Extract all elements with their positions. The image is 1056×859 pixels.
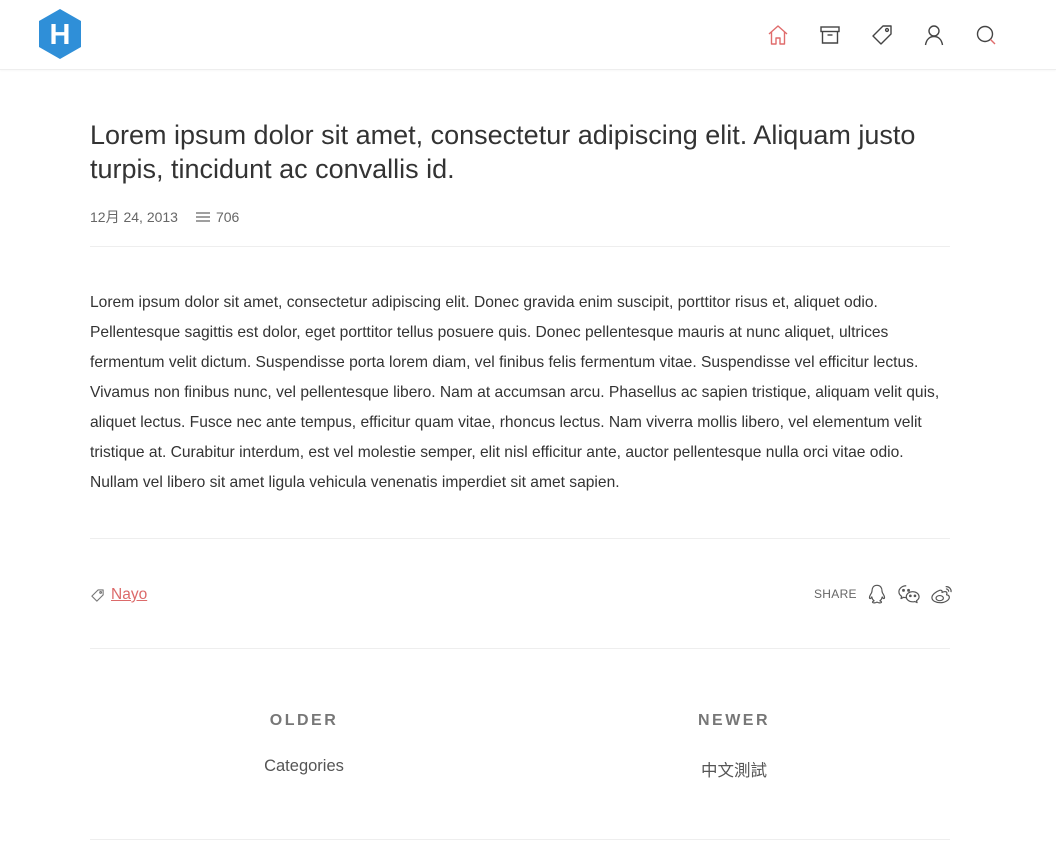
divider <box>90 839 950 840</box>
post-body: Lorem ipsum dolor sit amet, consectetur … <box>90 294 940 491</box>
user-icon <box>924 25 944 46</box>
post-date: 12月 24, 2013 <box>90 209 178 225</box>
post-tags: Nayo <box>90 584 147 606</box>
nav-home[interactable] <box>765 22 791 48</box>
tag-link-nayo[interactable]: Nayo <box>111 586 147 604</box>
wechat-icon[interactable] <box>897 583 921 605</box>
divider <box>90 246 950 247</box>
word-count-icon <box>195 211 210 223</box>
nav-search[interactable] <box>973 22 999 48</box>
divider <box>90 538 950 539</box>
qq-icon[interactable] <box>866 583 888 605</box>
site-logo[interactable]: H <box>36 8 84 60</box>
post-title: Lorem ipsum dolor sit amet, consectetur … <box>90 120 916 184</box>
site-header: H <box>0 0 1056 70</box>
newer-post-link[interactable]: 中文測試 <box>634 757 834 781</box>
tag-icon <box>91 588 104 602</box>
word-count: 706 <box>215 209 240 225</box>
weibo-icon[interactable] <box>930 583 954 605</box>
share-bar: SHARE <box>814 582 954 606</box>
nav-archive[interactable] <box>817 22 843 48</box>
search-icon <box>976 25 996 45</box>
divider <box>90 648 950 649</box>
archive-icon <box>820 26 840 44</box>
nav-tags[interactable] <box>869 22 895 48</box>
post-meta: 12月 24, 2013 706 <box>90 207 239 227</box>
logo-letter: H <box>50 19 71 51</box>
older-post-link[interactable]: Categories <box>204 757 404 776</box>
tag-icon <box>872 25 892 45</box>
nav-about[interactable] <box>921 22 947 48</box>
share-label: SHARE <box>814 587 857 601</box>
newer-label: NEWER <box>697 712 771 729</box>
home-icon <box>768 25 788 45</box>
older-label: OLDER <box>269 712 339 729</box>
